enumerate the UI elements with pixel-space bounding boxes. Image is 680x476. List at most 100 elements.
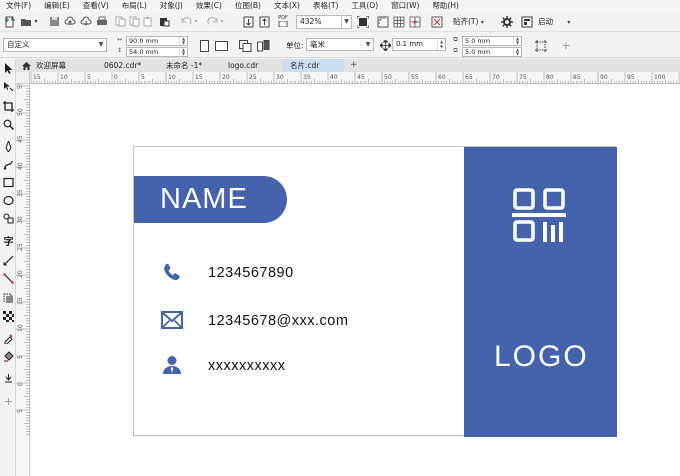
options-gear-icon[interactable]	[500, 14, 513, 29]
zoom-level-select[interactable]: 432% ▼	[296, 15, 352, 29]
cloud-upload-icon[interactable]	[64, 14, 76, 29]
rectangle-tool-icon[interactable]	[3, 177, 14, 188]
crop-tool-icon[interactable]	[3, 101, 14, 112]
smart-fill-tool-icon[interactable]	[3, 373, 14, 384]
email-icon[interactable]	[160, 308, 184, 332]
logo-text[interactable]: LOGO	[494, 340, 589, 374]
drop-shadow-tool-icon[interactable]	[3, 293, 14, 304]
print-icon[interactable]	[96, 14, 108, 29]
menu-item[interactable]: 编辑(E)	[44, 0, 70, 11]
nudge-distance-input[interactable]: 0.1 mm ▲ ▼	[392, 38, 446, 51]
add-preset-plus-icon[interactable]: +	[560, 38, 572, 53]
export-pdf-icon[interactable]: PDF	[275, 14, 291, 29]
undo-dropdown-icon[interactable]: ▾	[192, 14, 200, 29]
customize-toolbox-plus-icon[interactable]: +	[3, 395, 14, 408]
height-icon: ↕	[116, 47, 123, 54]
show-guidelines-icon[interactable]	[408, 14, 421, 29]
redo-icon[interactable]	[206, 14, 218, 29]
shape-tool-icon[interactable]	[3, 81, 14, 92]
polygon-tool-icon[interactable]	[3, 213, 14, 224]
parallel-dimension-tool-icon[interactable]	[3, 255, 14, 266]
text-tool-icon[interactable]: 字	[3, 235, 14, 248]
copy-icon[interactable]	[128, 14, 140, 29]
show-grid-icon[interactable]	[392, 14, 405, 29]
duplicate-distance-x-input[interactable]: 5.0 mm ▲ ▼	[462, 36, 522, 46]
tab-untitled-1[interactable]: 未命名 -1*	[158, 59, 220, 72]
page-size-preset-select[interactable]: 自定义 ▼	[3, 38, 107, 52]
menu-item[interactable]: 帮助(H)	[432, 0, 459, 11]
ellipse-tool-icon[interactable]	[3, 195, 14, 206]
landscape-orientation-icon[interactable]	[214, 38, 228, 53]
portrait-orientation-icon[interactable]	[198, 38, 210, 53]
person-info-text[interactable]: xxxxxxxxxx	[208, 358, 286, 374]
freehand-tool-icon[interactable]	[3, 141, 14, 152]
menu-item[interactable]: 窗口(W)	[391, 0, 419, 11]
ruler-tick-label: 55	[411, 74, 419, 81]
horizontal-ruler[interactable]: 15 10 5 0 5 10 15 20 25 30 35 40 45 50 55 60 65 70 75 80 85 9…	[30, 72, 680, 84]
current-page-icon[interactable]	[256, 38, 270, 53]
new-document-icon[interactable]	[3, 14, 17, 29]
redo-dropdown-icon[interactable]: ▾	[218, 14, 226, 29]
artistic-media-tool-icon[interactable]	[3, 159, 14, 170]
undo-icon[interactable]	[180, 14, 192, 29]
paste-icon[interactable]	[142, 14, 154, 29]
business-card-page[interactable]: NAME 1234567890 12345678@xxx.com xxxxxxx…	[133, 146, 617, 437]
menu-item[interactable]: 工具(O)	[351, 0, 378, 11]
clipboard-icon[interactable]	[158, 14, 170, 29]
pick-tool-icon[interactable]	[3, 63, 14, 74]
menu-item[interactable]: 对象(J)	[160, 0, 183, 11]
save-icon[interactable]	[48, 14, 60, 29]
vertical-ruler[interactable]: 55 50 45 40 35 30 25 20 15 10 5 0 5	[16, 81, 30, 476]
spinner-icon[interactable]: ▲ ▼	[437, 39, 445, 50]
page-width-input[interactable]: 90.0 mm ▲ ▼	[126, 36, 188, 46]
full-screen-icon[interactable]	[356, 14, 369, 29]
zoom-tool-icon[interactable]	[3, 119, 14, 130]
menu-item[interactable]: 布局(L)	[122, 0, 147, 11]
menu-item[interactable]: 效果(C)	[196, 0, 222, 11]
snap-off-icon[interactable]	[430, 14, 443, 29]
tab-business-card-cdr[interactable]: 名片.cdr	[282, 59, 344, 72]
eyedropper-tool-icon[interactable]	[3, 333, 14, 344]
units-select[interactable]: 毫米 ▼	[306, 38, 374, 51]
interactive-fill-tool-icon[interactable]	[3, 351, 14, 362]
cut-icon[interactable]	[114, 14, 126, 29]
logo-panel[interactable]: LOGO	[464, 147, 617, 437]
ruler-tick-label: 75	[519, 74, 527, 81]
spinner-icon[interactable]: ▲ ▼	[513, 48, 521, 56]
open-folder-icon[interactable]	[20, 14, 32, 29]
bleed-border-icon[interactable]	[534, 38, 547, 53]
phone-number-text[interactable]: 1234567890	[208, 265, 294, 281]
cloud-download-icon[interactable]	[80, 14, 92, 29]
spinner-icon[interactable]: ▲ ▼	[179, 37, 187, 45]
name-text[interactable]: NAME	[160, 182, 248, 216]
connector-tool-icon[interactable]	[3, 273, 14, 284]
spinner-icon[interactable]: ▲ ▼	[513, 37, 521, 45]
tab-0602-cdr[interactable]: 0602.cdr*	[96, 59, 158, 72]
menu-item[interactable]: 文件(F)	[6, 0, 31, 11]
page-height-input[interactable]: 54.0 mm ▲ ▼	[126, 47, 188, 57]
email-text[interactable]: 12345678@xxx.com	[208, 313, 348, 329]
menu-item[interactable]: 查看(V)	[83, 0, 109, 11]
spinner-icon[interactable]: ▲ ▼	[179, 48, 187, 56]
launch-menu[interactable]: 启动 ▾	[538, 15, 570, 30]
open-dropdown-icon[interactable]: ▾	[32, 14, 40, 29]
export-icon[interactable]	[258, 14, 270, 29]
phone-icon[interactable]	[160, 260, 184, 284]
menu-item[interactable]: 表格(T)	[313, 0, 338, 11]
show-rulers-icon[interactable]	[376, 14, 389, 29]
menu-item[interactable]: 位图(B)	[235, 0, 261, 11]
application-launcher-icon[interactable]	[520, 14, 533, 29]
ruler-origin[interactable]	[16, 72, 30, 84]
name-banner[interactable]: NAME	[134, 176, 287, 223]
snap-to-menu[interactable]: 贴齐(T) ▾	[453, 15, 484, 30]
all-pages-icon[interactable]	[238, 38, 252, 53]
person-icon[interactable]	[160, 353, 184, 377]
tab-welcome-screen[interactable]: 欢迎屏幕	[16, 59, 96, 72]
new-tab-plus-icon[interactable]: +	[344, 59, 364, 72]
menu-item[interactable]: 文本(X)	[274, 0, 300, 11]
transparency-tool-icon[interactable]	[3, 311, 14, 322]
import-icon[interactable]	[242, 14, 254, 29]
duplicate-distance-y-input[interactable]: 5.0 mm ▲ ▼	[462, 47, 522, 57]
tab-logo-cdr[interactable]: logo.cdr	[220, 59, 282, 72]
qr-code-icon[interactable]	[512, 187, 568, 245]
